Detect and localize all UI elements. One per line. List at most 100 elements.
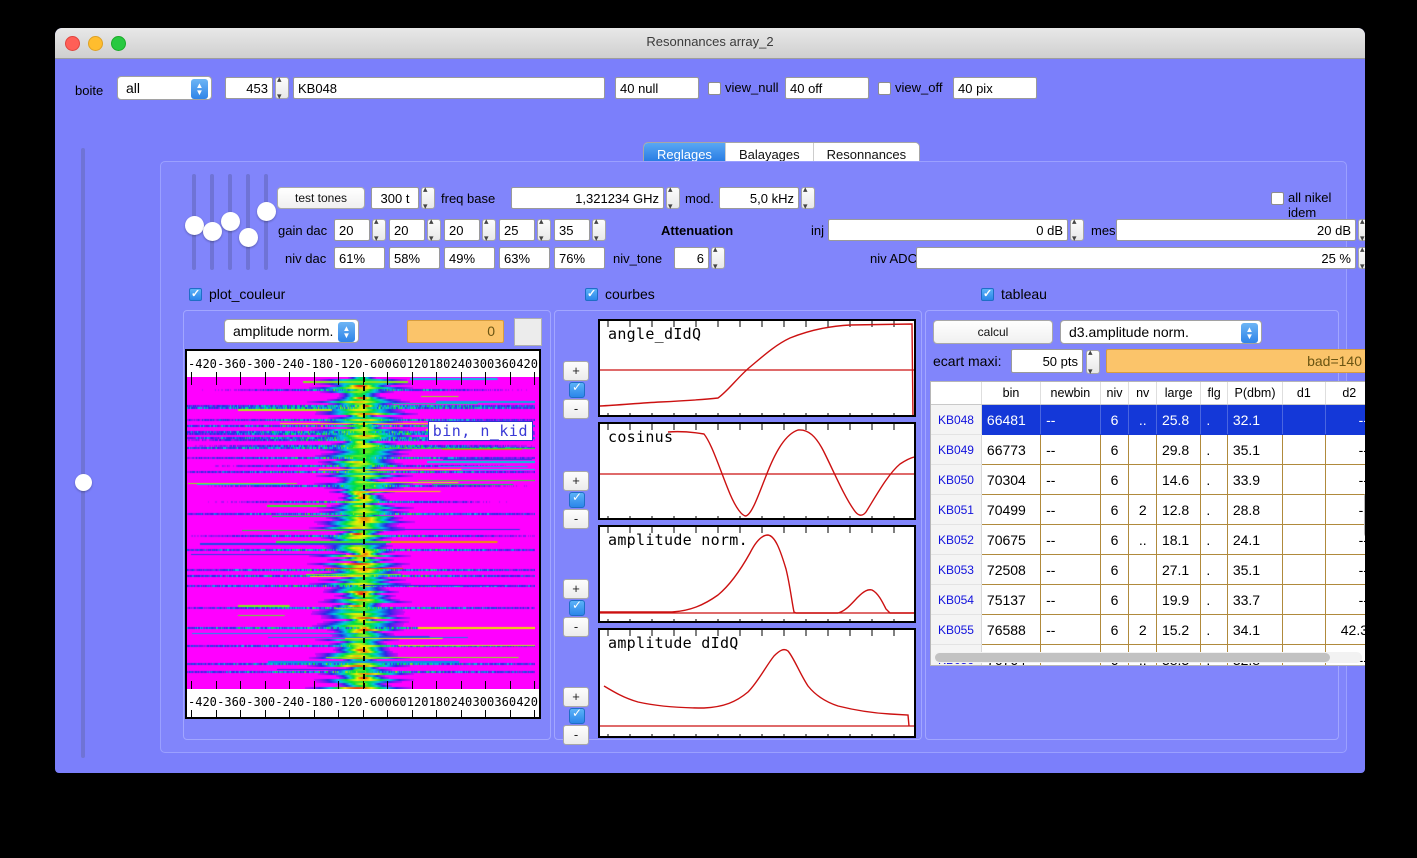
- cell-d1[interactable]: [1283, 435, 1325, 465]
- cell-large[interactable]: 27.1: [1156, 555, 1200, 585]
- resonance-table[interactable]: bin newbin niv nv large flg P(dbm) d1 d2…: [930, 381, 1365, 666]
- gain-slider-knob-2[interactable]: [203, 222, 222, 241]
- cell-d1[interactable]: [1283, 465, 1325, 495]
- curve-plus-button-4[interactable]: +: [563, 687, 589, 707]
- tones-stepper[interactable]: [421, 187, 435, 209]
- tableau-checkbox[interactable]: [981, 288, 994, 301]
- cell-flg[interactable]: .: [1201, 525, 1227, 555]
- curve-visible-checkbox-3[interactable]: [569, 600, 585, 616]
- cell-nv[interactable]: [1129, 555, 1156, 585]
- cell-niv[interactable]: 6: [1100, 435, 1129, 465]
- cell-newbin[interactable]: --: [1041, 555, 1101, 585]
- table-row[interactable]: KB05372508--627.1.35.1--: [931, 555, 1365, 585]
- table-row[interactable]: KB04966773--629.8.35.1--: [931, 435, 1365, 465]
- cell-pdbm[interactable]: 24.1: [1227, 525, 1282, 555]
- gain-dac-input-3[interactable]: 20: [444, 219, 480, 241]
- cell-d2[interactable]: 42.3: [1325, 615, 1365, 645]
- cell-d2[interactable]: --: [1325, 555, 1365, 585]
- cell-niv[interactable]: 6: [1100, 555, 1129, 585]
- cell-niv[interactable]: 6: [1100, 495, 1129, 525]
- gain-dac-input-4[interactable]: 25: [499, 219, 535, 241]
- inj-input[interactable]: 0 dB: [828, 219, 1068, 241]
- cell-bin[interactable]: 76588: [981, 615, 1040, 645]
- col-newbin[interactable]: newbin: [1041, 382, 1101, 405]
- curve-zoom-group-2[interactable]: + -: [563, 471, 591, 529]
- table-row[interactable]: KB05070304--614.6.33.9--: [931, 465, 1365, 495]
- mes-input[interactable]: 20 dB: [1116, 219, 1356, 241]
- tones-count-input[interactable]: 300 t: [371, 187, 419, 209]
- left-vertical-slider-track[interactable]: [81, 148, 85, 758]
- cell-bin[interactable]: 75137: [981, 585, 1040, 615]
- curve-plot-angle-dIdQ[interactable]: angle_dIdQ: [598, 319, 916, 417]
- cell-kid[interactable]: KB049: [931, 435, 981, 465]
- cell-d1[interactable]: [1283, 585, 1325, 615]
- curve-plus-button-3[interactable]: +: [563, 579, 589, 599]
- cell-newbin[interactable]: --: [1041, 495, 1101, 525]
- cell-nv[interactable]: ..: [1129, 405, 1156, 435]
- cell-large[interactable]: 29.8: [1156, 435, 1200, 465]
- gain-dac-input-1[interactable]: 20: [334, 219, 370, 241]
- gain-dac-stepper-4[interactable]: [537, 219, 551, 241]
- cell-bin[interactable]: 66773: [981, 435, 1040, 465]
- cell-niv[interactable]: 6: [1100, 465, 1129, 495]
- null-count-input[interactable]: 40 null: [615, 77, 699, 99]
- table-hscroll-thumb[interactable]: [935, 653, 1330, 662]
- curve-plot-amplitude-dIdQ[interactable]: amplitude dIdQ: [598, 628, 916, 738]
- curve-minus-button-2[interactable]: -: [563, 509, 589, 529]
- mod-input[interactable]: 5,0 kHz: [719, 187, 799, 209]
- curve-minus-button-3[interactable]: -: [563, 617, 589, 637]
- curve-plus-button-2[interactable]: +: [563, 471, 589, 491]
- cell-d2[interactable]: --: [1325, 525, 1365, 555]
- gain-slider-knob-5[interactable]: [257, 202, 276, 221]
- curve-plot-cosinus[interactable]: cosinus: [598, 422, 916, 520]
- cell-newbin[interactable]: --: [1041, 435, 1101, 465]
- gain-dac-stepper-3[interactable]: [482, 219, 496, 241]
- cell-kid[interactable]: KB055: [931, 615, 981, 645]
- cell-d1[interactable]: [1283, 615, 1325, 645]
- table-horizontal-scrollbar[interactable]: [933, 652, 1362, 663]
- cell-d2[interactable]: --: [1325, 435, 1365, 465]
- table-vertical-scrollbar[interactable]: [1364, 412, 1365, 643]
- col-large[interactable]: large: [1156, 382, 1200, 405]
- cell-flg[interactable]: .: [1201, 405, 1227, 435]
- gain-slider-knob-1[interactable]: [185, 216, 204, 235]
- calcul-button[interactable]: calcul: [933, 320, 1053, 344]
- pix-count-input[interactable]: 40 pix: [953, 77, 1037, 99]
- cell-nv[interactable]: ..: [1129, 525, 1156, 555]
- cell-kid[interactable]: KB054: [931, 585, 981, 615]
- index-input[interactable]: 453: [225, 77, 273, 99]
- cell-d2[interactable]: --: [1325, 495, 1365, 525]
- cell-flg[interactable]: .: [1201, 585, 1227, 615]
- cell-d2[interactable]: --: [1325, 585, 1365, 615]
- gain-dac-stepper-5[interactable]: [592, 219, 606, 241]
- mod-stepper[interactable]: [801, 187, 815, 209]
- curve-plus-button-1[interactable]: +: [563, 361, 589, 381]
- col-d2[interactable]: d2: [1325, 382, 1365, 405]
- gain-sliders-group[interactable]: [188, 174, 280, 274]
- table-row[interactable]: KB05170499--6212.8.28.8--: [931, 495, 1365, 525]
- cell-large[interactable]: 25.8: [1156, 405, 1200, 435]
- freq-base-stepper[interactable]: [666, 187, 680, 209]
- table-row[interactable]: KB05270675--6..18.1.24.1--: [931, 525, 1365, 555]
- plot-counter-field[interactable]: 0: [407, 320, 504, 343]
- cell-d2[interactable]: --: [1325, 465, 1365, 495]
- cell-large[interactable]: 15.2: [1156, 615, 1200, 645]
- gain-dac-input-2[interactable]: 20: [389, 219, 425, 241]
- cell-bin[interactable]: 70499: [981, 495, 1040, 525]
- cell-nv[interactable]: [1129, 435, 1156, 465]
- cell-pdbm[interactable]: 32.1: [1227, 405, 1282, 435]
- view-off-checkbox[interactable]: [878, 82, 891, 95]
- cell-pdbm[interactable]: 35.1: [1227, 435, 1282, 465]
- index-stepper[interactable]: [275, 77, 289, 99]
- curve-zoom-group-4[interactable]: + -: [563, 687, 591, 745]
- courbes-checkbox[interactable]: [585, 288, 598, 301]
- cell-bin[interactable]: 72508: [981, 555, 1040, 585]
- cell-flg[interactable]: .: [1201, 435, 1227, 465]
- cell-kid[interactable]: KB051: [931, 495, 981, 525]
- cell-d2[interactable]: --: [1325, 405, 1365, 435]
- cell-flg[interactable]: .: [1201, 495, 1227, 525]
- cell-large[interactable]: 19.9: [1156, 585, 1200, 615]
- cell-niv[interactable]: 6: [1100, 525, 1129, 555]
- cell-newbin[interactable]: --: [1041, 615, 1101, 645]
- cell-pdbm[interactable]: 28.8: [1227, 495, 1282, 525]
